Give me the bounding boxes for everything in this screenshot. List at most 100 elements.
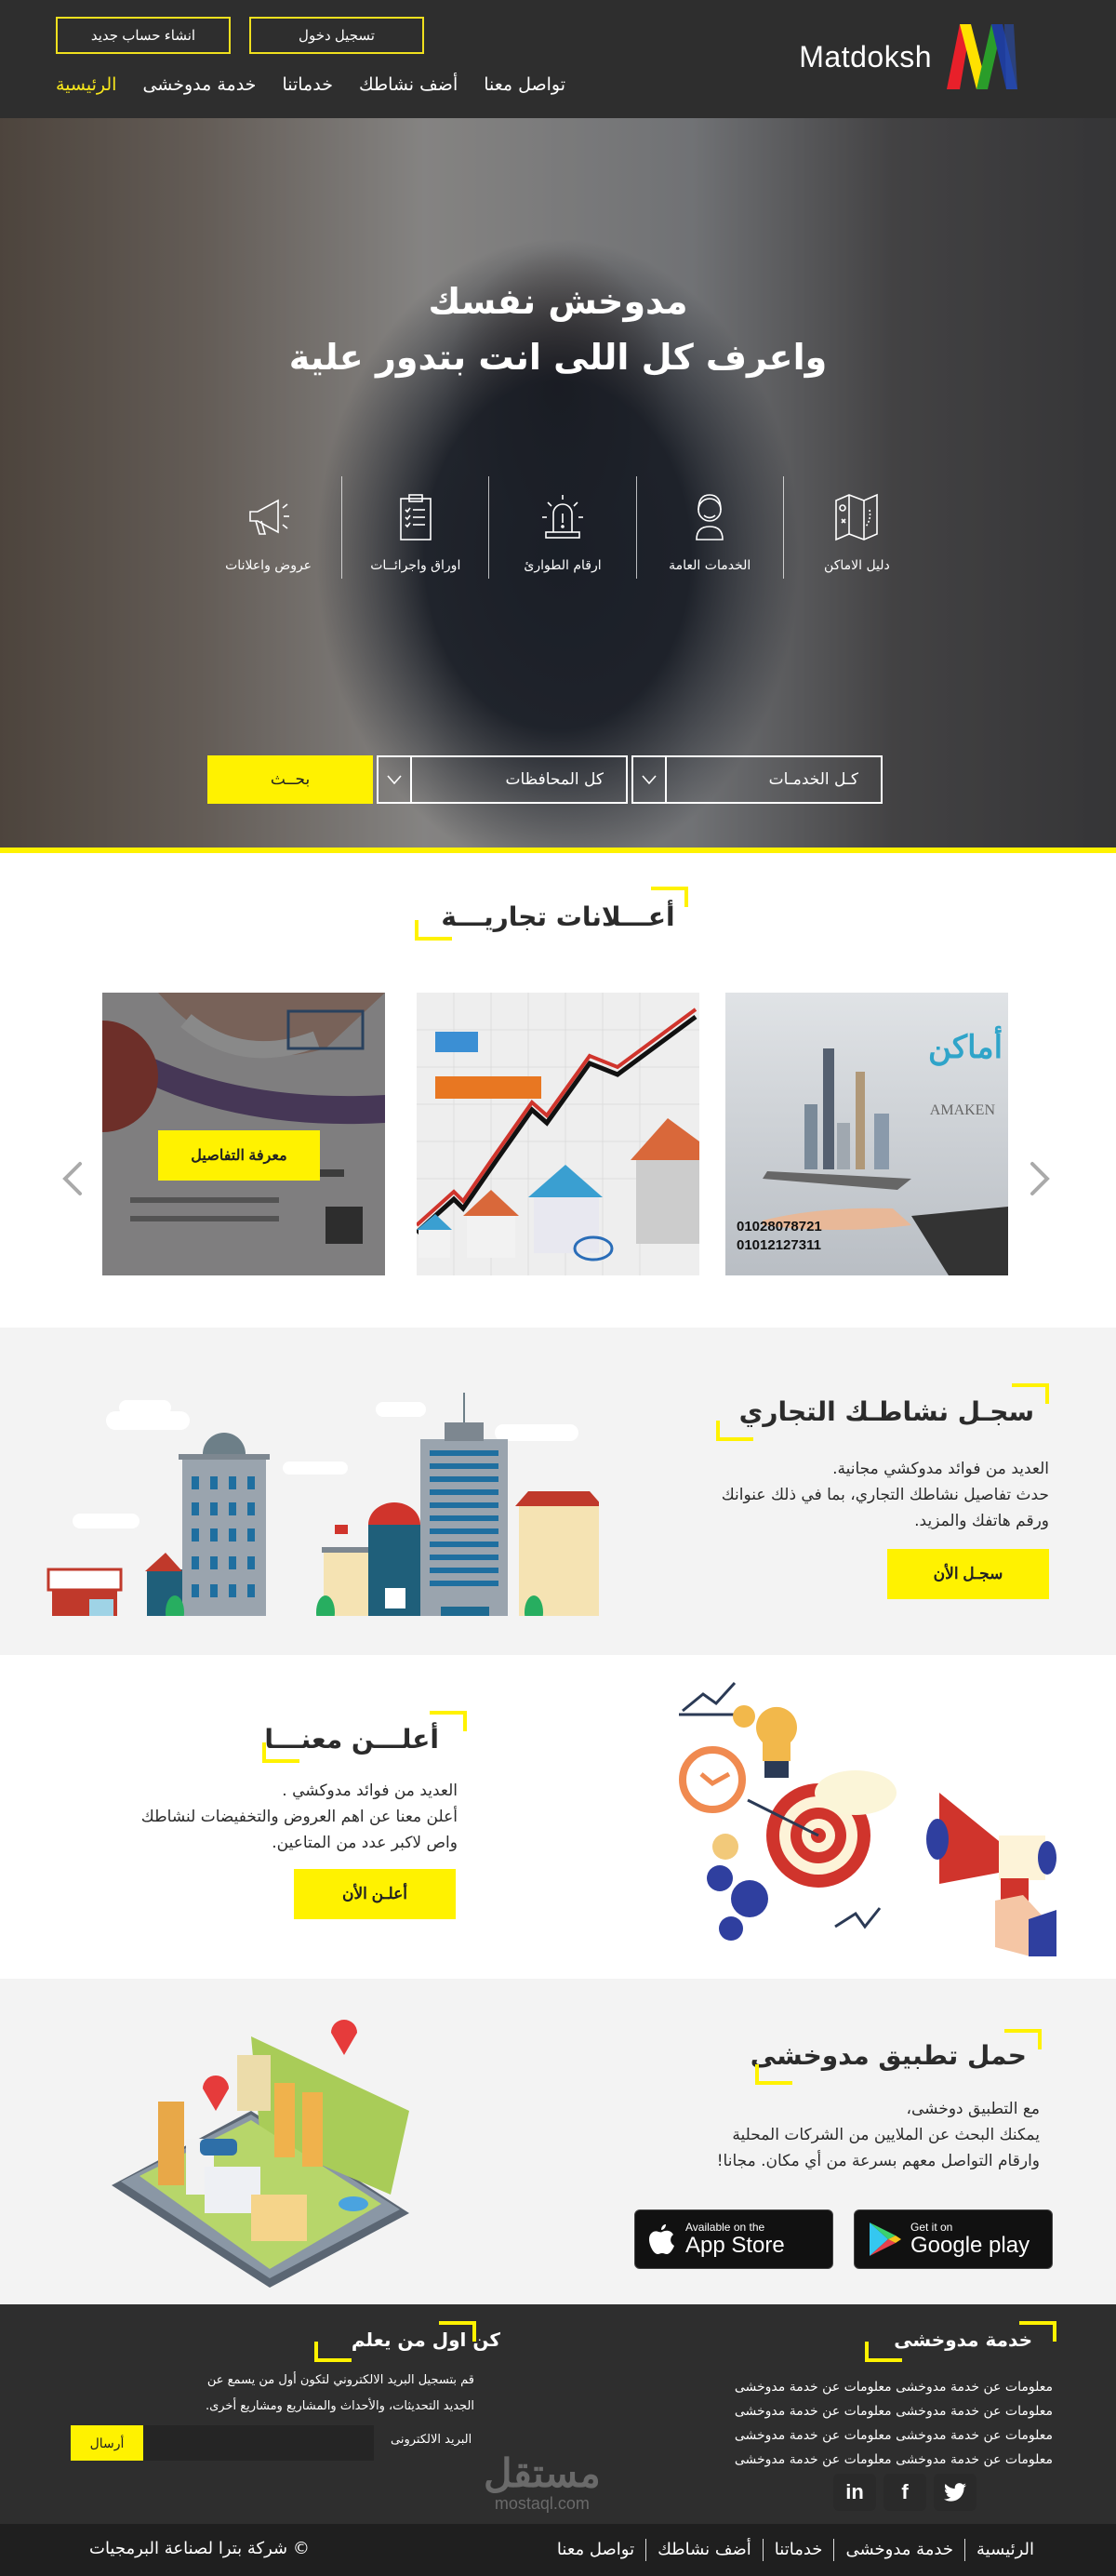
- governorate-select-value: كل المحافظات: [505, 770, 604, 789]
- ad-details-button[interactable]: معرفة التفاصيل: [158, 1130, 320, 1181]
- advertise-section: أعلـــن معنـــا العديد من فوائد مدوكشي .…: [0, 1655, 1116, 1979]
- footer-service-info: معلومات عن خدمة مدوخشى معلومات عن خدمة م…: [735, 2375, 1053, 2472]
- footer-nav-madokhshy-service[interactable]: خدمة مدوخشى: [833, 2539, 964, 2561]
- advertise-description: العديد من فوائد مدوكشي . أعلن معنا عن اه…: [141, 1778, 458, 1856]
- amaken-brand-ar: أماكن: [928, 1026, 1003, 1066]
- site-header: Matdoksh انشاء حساب جديد تسجيل دخول الرئ…: [0, 0, 1116, 118]
- marketing-illustration: [679, 1681, 1056, 1956]
- ad-card-amaken[interactable]: أماكن AMAKEN 01028078721 01012127311: [725, 993, 1008, 1275]
- logo-mark-icon: [947, 24, 1017, 89]
- map-icon: [835, 493, 879, 541]
- chevron-down-icon: [633, 757, 667, 802]
- register-button[interactable]: انشاء حساب جديد: [56, 17, 231, 54]
- description-line: يمكنك البحث عن الملايين من الشركات المحل…: [732, 2126, 1040, 2144]
- watermark: مستقل mostaql.com: [484, 2453, 601, 2514]
- register-business-description: العديد من فوائد مدوكشي مجانية. حدث تفاصي…: [722, 1456, 1049, 1534]
- service-info-line: معلومات عن خدمة مدوخشى معلومات عن خدمة م…: [734, 2428, 1053, 2443]
- facebook-icon[interactable]: f: [884, 2474, 926, 2511]
- linkedin-icon[interactable]: in: [833, 2474, 876, 2511]
- category-label: اوراق واجرائــات: [370, 558, 461, 573]
- site-footer: خدمة مدوخشى معلومات عن خدمة مدوخشى معلوم…: [0, 2304, 1116, 2576]
- google-play-button[interactable]: Get it on Google play: [854, 2209, 1053, 2269]
- category-label: عروض واعلانات: [225, 558, 312, 573]
- category-label: دليل الاماكن: [824, 558, 890, 573]
- email-input[interactable]: [141, 2425, 374, 2461]
- ad-image-real-estate-chart: [417, 993, 699, 1275]
- app-description: مع التطبيق دوخشى، يمكنك البحث عن الملايي…: [717, 2096, 1040, 2174]
- clipboard-icon: [399, 494, 432, 541]
- services-select[interactable]: كـل الخدمـات: [631, 755, 883, 804]
- footer-nav-services[interactable]: خدماتنا: [762, 2539, 834, 2561]
- ad-card-dental[interactable]: معرفة التفاصيل: [102, 993, 385, 1275]
- social-links: in f: [833, 2474, 976, 2511]
- register-business-section: سجـل نشاطـك التجاري العديد من فوائد مدوك…: [0, 1328, 1116, 1655]
- description-line: العديد من فوائد مدوكشي .: [282, 1782, 458, 1800]
- search-button[interactable]: بحــث: [207, 755, 373, 804]
- footer-service-title: خدمة مدوخشى: [894, 2329, 1032, 2351]
- login-button[interactable]: تسجيل دخول: [249, 17, 424, 54]
- city-map-phone-illustration: [112, 2020, 409, 2288]
- google-play-small-text: Get it on: [910, 2221, 953, 2234]
- nav-item-add-business[interactable]: أضف نشاطك: [359, 74, 458, 95]
- footer-nav-home[interactable]: الرئيسية: [964, 2539, 1045, 2561]
- service-info-line: معلومات عن خدمة مدوخشى معلومات عن خدمة م…: [734, 2380, 1053, 2395]
- description-line: مع التطبيق دوخشى،: [906, 2100, 1041, 2118]
- hero-accent-line: [0, 848, 1116, 853]
- twitter-icon[interactable]: [934, 2474, 976, 2511]
- siren-icon: [542, 495, 583, 539]
- governorate-select[interactable]: كل المحافظات: [377, 755, 628, 804]
- newsletter-send-button[interactable]: أرسال: [71, 2425, 143, 2461]
- description-line: العديد من فوائد مدوكشي مجانية.: [832, 1460, 1049, 1478]
- ad-card-bezaat[interactable]: [417, 993, 699, 1275]
- newsletter-description: قم بتسجيل البريد الالكتروني لتكون أول من…: [205, 2373, 474, 2413]
- category-list: دليل الاماكن الخدمات العامة ارقام الطوار…: [195, 476, 930, 579]
- hero-title: مدوخش نفسك: [428, 281, 688, 322]
- hero-section: مدوخش نفسك واعرف كل اللى انت بتدور علية …: [0, 118, 1116, 853]
- nav-item-services[interactable]: خدماتنا: [282, 74, 333, 95]
- nav-item-contact[interactable]: تواصل معنا: [484, 74, 565, 95]
- phone-number: 01012127311: [737, 1237, 821, 1253]
- title-bracket-decoration: [755, 2064, 792, 2085]
- carousel-next-arrow[interactable]: [1029, 1160, 1051, 1197]
- category-places-guide[interactable]: دليل الاماكن: [782, 476, 930, 579]
- description-line: حدث تفاصيل نشاطك التجاري، بما في ذلك عنو…: [721, 1486, 1049, 1504]
- category-emergency-numbers[interactable]: ارقام الطوارئ: [488, 476, 635, 579]
- footer-nav-add-business[interactable]: أضف نشاطك: [645, 2539, 763, 2561]
- title-bracket-decoration: [415, 920, 452, 941]
- search-bar: بحــث كل المحافظات كـل الخدمـات: [207, 755, 883, 804]
- app-store-big-text: App Store: [685, 2233, 785, 2258]
- nav-item-home[interactable]: الرئيسية: [56, 74, 116, 95]
- advertise-now-button[interactable]: أعلـن الأن: [294, 1869, 456, 1919]
- amaken-phones: 01028078721 01012127311: [737, 1218, 822, 1255]
- services-select-value: كـل الخدمـات: [768, 770, 858, 789]
- register-business-title: سجـل نشاطـك التجاري: [738, 1396, 1034, 1427]
- main-nav: الرئيسية خدمة مدوخشى خدماتنا أضف نشاطك ت…: [56, 74, 565, 95]
- ads-section: أعـــلانات تجاريـــة معرفة التفاصيل أماك…: [0, 853, 1116, 1328]
- nav-item-madokhshy-service[interactable]: خدمة مدوخشى: [142, 74, 256, 95]
- carousel-prev-arrow[interactable]: [61, 1160, 84, 1197]
- footer-nav-contact[interactable]: تواصل معنا: [546, 2539, 645, 2561]
- service-info-line: معلومات عن خدمة مدوخشى معلومات عن خدمة م…: [734, 2452, 1053, 2467]
- newsletter-title: كن اول من يعلم: [351, 2329, 500, 2351]
- email-label: البريد الالكترونى: [391, 2433, 472, 2447]
- ads-title: أعـــلانات تجاريـــة: [441, 901, 675, 932]
- category-label: ارقام الطوارئ: [524, 558, 602, 573]
- watermark-url: mostaql.com: [494, 2494, 590, 2513]
- category-public-services[interactable]: الخدمات العامة: [635, 476, 783, 579]
- description-line: أعلن معنا عن اهم العروض والتخفيضات لنشاط…: [140, 1808, 458, 1826]
- amaken-brand: AMAKEN: [929, 1102, 995, 1118]
- category-offers-ads[interactable]: عروض واعلانات: [195, 476, 341, 579]
- phone-number: 01028078721: [737, 1219, 822, 1235]
- category-papers-procedures[interactable]: اوراق واجرائــات: [341, 476, 488, 579]
- app-store-small-text: Available on the: [685, 2221, 765, 2234]
- description-line: ورقم هاتفك والمزيد.: [914, 1512, 1049, 1530]
- description-line: واص لاكبر عدد من المتاعين.: [272, 1834, 458, 1852]
- app-store-button[interactable]: Available on the App Store: [634, 2209, 833, 2269]
- app-download-section: حمل تطبيق مدوخشى مع التطبيق دوخشى، يمكنك…: [0, 1979, 1116, 2304]
- register-now-button[interactable]: سجـل الأن: [887, 1549, 1049, 1599]
- copyright: © شركة بترا لصناعة البرمجيات: [89, 2539, 310, 2558]
- google-play-icon: [870, 2222, 901, 2256]
- google-play-big-text: Google play: [910, 2233, 1030, 2258]
- logo[interactable]: Matdoksh: [799, 22, 1042, 91]
- title-bracket-decoration: [262, 1742, 299, 1763]
